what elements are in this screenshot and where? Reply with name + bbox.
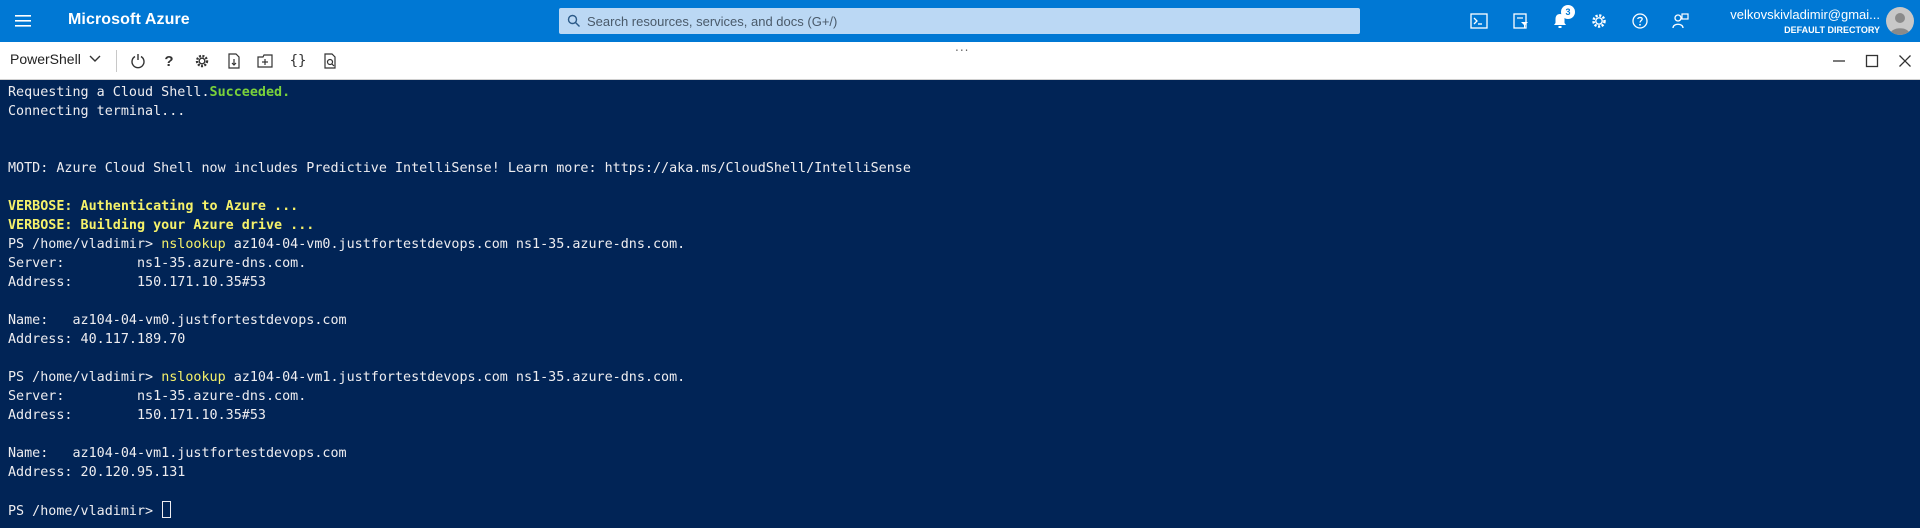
toolbar-divider — [116, 50, 117, 72]
open-new-session-icon[interactable] — [254, 50, 276, 72]
search-input[interactable] — [587, 13, 1327, 29]
terminal-verbose-line: VERBOSE: Building your Azure drive ... — [8, 218, 315, 233]
notifications-icon[interactable]: 3 — [1548, 5, 1575, 33]
settings-icon[interactable] — [191, 50, 213, 72]
web-preview-icon[interactable] — [319, 50, 341, 72]
azure-top-bar: Microsoft Azure 3 velkovskivladimir@gmai… — [0, 0, 1920, 42]
minimize-icon[interactable] — [1828, 50, 1850, 72]
help-icon[interactable]: ? — [158, 50, 180, 72]
terminal-output[interactable]: Requesting a Cloud Shell.Succeeded. Conn… — [0, 80, 1920, 528]
terminal-line: Name: az104-04-vm0.justfortestdevops.com — [8, 313, 347, 328]
terminal-line: Address: 20.120.95.131 — [8, 465, 186, 480]
terminal-prompt-line[interactable]: PS /home/vladimir> — [8, 501, 172, 520]
resize-grip[interactable]: ... — [955, 40, 969, 54]
search-icon — [567, 14, 580, 27]
terminal-line: Requesting a Cloud Shell.Succeeded. — [8, 85, 291, 100]
terminal-line: Server: ns1-35.azure-dns.com. — [8, 256, 307, 271]
shell-type-select[interactable]: PowerShell — [10, 51, 101, 67]
maximize-icon[interactable] — [1861, 50, 1883, 72]
account-name: velkovskivladimir@gmai... — [1730, 7, 1880, 22]
help-icon[interactable] — [1628, 9, 1652, 33]
cloud-shell-icon[interactable] — [1467, 9, 1491, 33]
terminal-line: Address: 150.171.10.35#53 — [8, 275, 266, 290]
terminal-line: Address: 150.171.10.35#53 — [8, 408, 266, 423]
power-icon[interactable] — [127, 50, 149, 72]
hamburger-menu-icon[interactable] — [12, 10, 34, 32]
avatar[interactable] — [1886, 7, 1914, 35]
terminal-cursor — [162, 501, 172, 518]
cloud-shell-toolbar: ... PowerShell ? {} — [0, 40, 1920, 80]
settings-icon[interactable] — [1587, 9, 1611, 33]
terminal-motd-line: MOTD: Azure Cloud Shell now includes Pre… — [8, 161, 911, 176]
terminal-line: Server: ns1-35.azure-dns.com. — [8, 389, 307, 404]
notification-count-badge: 3 — [1561, 5, 1575, 19]
editor-braces-icon[interactable]: {} — [287, 50, 309, 72]
terminal-line: Connecting terminal... — [8, 104, 186, 119]
terminal-verbose-line: VERBOSE: Authenticating to Azure ... — [8, 199, 299, 214]
close-icon[interactable] — [1894, 50, 1916, 72]
global-search-box[interactable] — [559, 8, 1360, 34]
terminal-command-line: PS /home/vladimir> nslookup az104-04-vm0… — [8, 237, 686, 252]
terminal-command-line: PS /home/vladimir> nslookup az104-04-vm1… — [8, 370, 686, 385]
success-status: Succeeded. — [209, 85, 291, 100]
terminal-line: Address: 40.117.189.70 — [8, 332, 186, 347]
terminal-line: Name: az104-04-vm1.justfortestdevops.com — [8, 446, 347, 461]
account-directory: DEFAULT DIRECTORY — [1784, 25, 1880, 35]
portal-brand[interactable]: Microsoft Azure — [68, 11, 190, 29]
upload-download-icon[interactable] — [223, 50, 245, 72]
account-info[interactable]: velkovskivladimir@gmai... DEFAULT DIRECT… — [1730, 7, 1880, 36]
chevron-down-icon — [89, 55, 101, 62]
directory-filter-icon[interactable] — [1509, 9, 1533, 33]
feedback-icon[interactable] — [1668, 9, 1692, 33]
shell-type-label: PowerShell — [10, 51, 81, 67]
